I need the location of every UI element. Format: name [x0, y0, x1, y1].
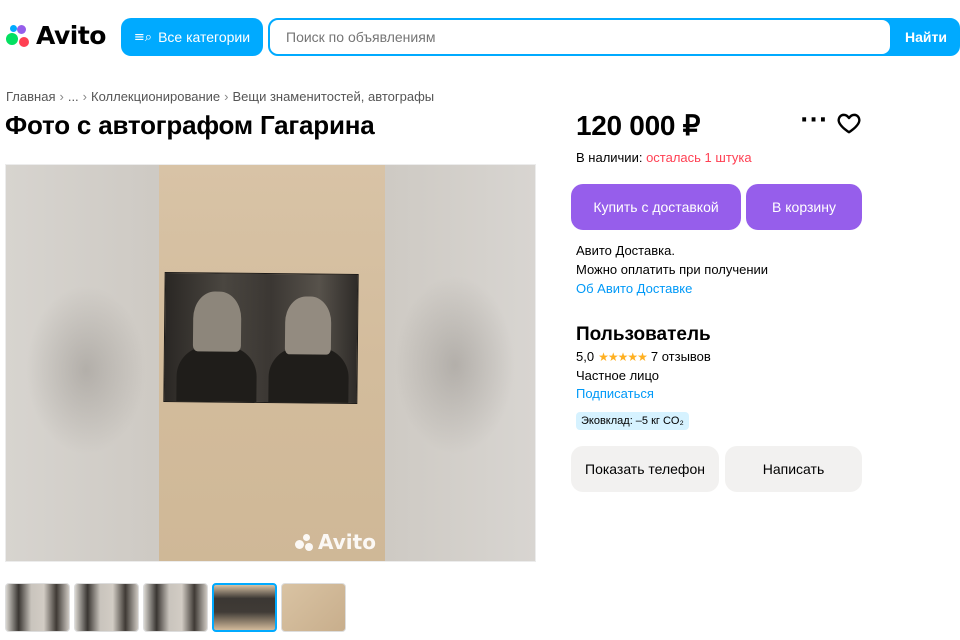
breadcrumb-separator: › — [82, 89, 88, 104]
watermark-dots-icon — [295, 532, 315, 552]
avito-logo[interactable]: Avito — [6, 21, 106, 50]
logo-text: Avito — [36, 21, 106, 50]
search-button[interactable]: Найти — [890, 20, 960, 54]
breadcrumb-item-home[interactable]: Главная — [6, 89, 55, 104]
avito-watermark: Avito — [295, 530, 376, 554]
photo-card — [159, 165, 385, 561]
stock-value: осталась 1 штука — [646, 150, 752, 165]
all-categories-button[interactable]: ≡⌕ Все категории — [121, 18, 263, 56]
heart-icon[interactable] — [836, 110, 862, 136]
delivery-line-1: Авито Доставка. — [576, 243, 675, 258]
seller-name[interactable]: Пользователь — [576, 324, 711, 346]
write-message-button[interactable]: Написать — [725, 446, 862, 492]
star-rating-icon: ★★★★★ — [598, 349, 648, 364]
header: Avito ≡⌕ Все категории Найти — [0, 0, 960, 74]
main-image[interactable]: Avito — [5, 164, 536, 562]
page-title: Фото с автографом Гагарина — [5, 110, 375, 140]
delivery-line-2: Можно оплатить при получении — [576, 262, 769, 277]
rating-value: 5,0 — [576, 349, 595, 364]
watermark-text: Avito — [318, 530, 376, 554]
delivery-info: Авито Доставка. Можно оплатить при получ… — [576, 241, 768, 298]
reviews-link[interactable]: 7 отзывов — [651, 349, 711, 364]
thumbnail-active[interactable] — [212, 583, 277, 632]
breadcrumb-item-collecting[interactable]: Коллекционирование — [91, 89, 220, 104]
thumbnail[interactable] — [74, 583, 139, 632]
thumbnail[interactable] — [5, 583, 70, 632]
breadcrumb: Главная › ... › Коллекционирование › Вещ… — [6, 89, 434, 104]
buy-with-delivery-button[interactable]: Купить с доставкой — [571, 184, 741, 230]
all-categories-label: Все категории — [158, 29, 251, 45]
price: 120 000 ₽ — [576, 110, 701, 141]
search-input[interactable] — [270, 20, 890, 54]
stock-label: В наличии: — [576, 150, 643, 165]
autograph-photo — [163, 271, 359, 405]
categories-search-icon: ≡⌕ — [133, 29, 153, 45]
thumbnail[interactable] — [143, 583, 208, 632]
show-phone-button[interactable]: Показать телефон — [571, 446, 719, 492]
about-delivery-link[interactable]: Об Авито Доставке — [576, 279, 768, 298]
logo-dots-icon — [6, 23, 32, 49]
stock-status: В наличии: осталась 1 штука — [576, 150, 752, 165]
seller-type: Частное лицо — [576, 368, 659, 383]
subscribe-link[interactable]: Подписаться — [576, 386, 654, 401]
search-bar: Найти — [268, 18, 960, 56]
more-icon[interactable]: ··· — [800, 108, 828, 133]
thumbnail-strip — [5, 583, 346, 632]
thumbnail[interactable] — [281, 583, 346, 632]
seller-rating: 5,0 ★★★★★ 7 отзывов — [576, 349, 711, 364]
breadcrumb-separator: › — [224, 89, 229, 104]
breadcrumb-separator: › — [59, 89, 64, 104]
breadcrumb-item-celebrity[interactable]: Вещи знаменитостей, автографы — [232, 89, 434, 104]
breadcrumb-item-ellipsis[interactable]: ... — [68, 89, 79, 104]
add-to-cart-button[interactable]: В корзину — [746, 184, 862, 230]
eco-badge[interactable]: Эковклад: –5 кг CO₂ — [576, 412, 689, 430]
